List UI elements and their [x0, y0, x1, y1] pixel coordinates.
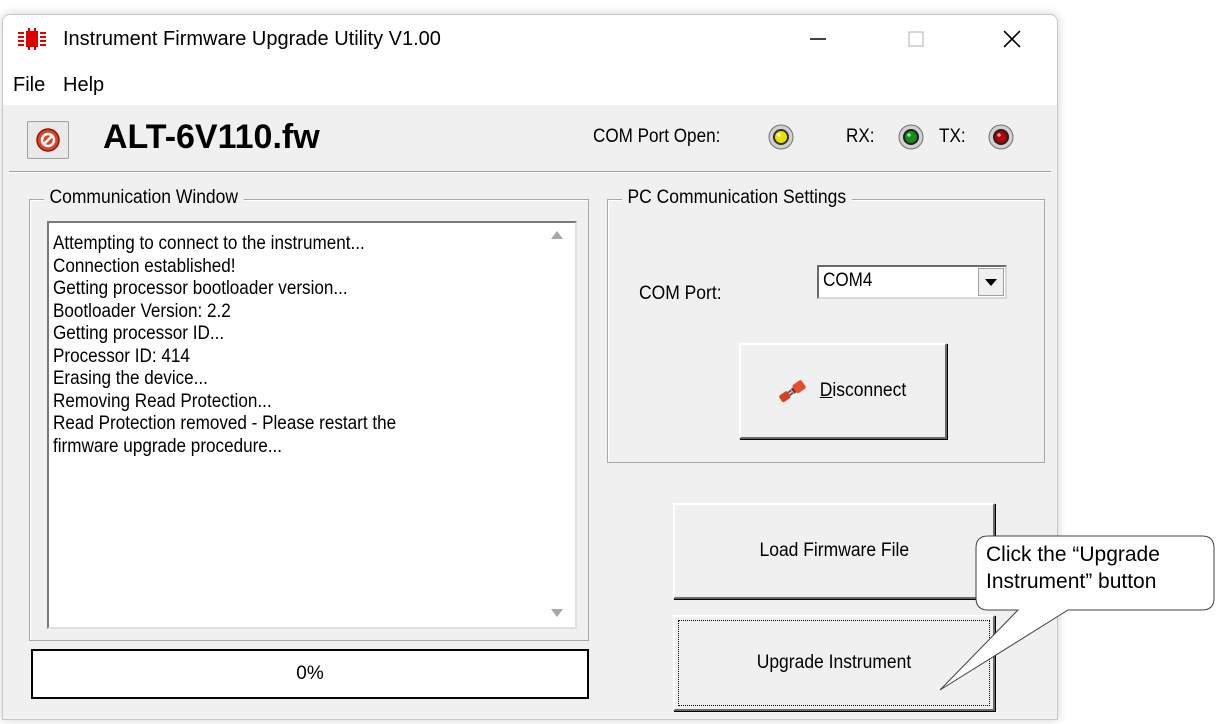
- chip-icon: [18, 28, 46, 50]
- stop-button[interactable]: [27, 121, 69, 159]
- com-port-select[interactable]: COM4: [817, 265, 1007, 299]
- menu-file[interactable]: File: [13, 73, 45, 97]
- header-separator: [9, 171, 1051, 173]
- menu-help[interactable]: Help: [63, 73, 104, 97]
- log-line: Removing Read Protection...: [53, 390, 272, 412]
- progress-bar: 0%: [31, 649, 589, 699]
- stop-icon: [36, 128, 60, 152]
- menu-bar: File Help: [3, 63, 1057, 105]
- upgrade-instrument-label: Upgrade Instrument: [756, 652, 912, 673]
- close-icon: [1003, 30, 1021, 48]
- minimize-button[interactable]: [791, 15, 845, 63]
- tx-label: TX:: [939, 126, 966, 147]
- callout-line-1: Click the “Upgrade: [986, 543, 1160, 566]
- plug-icon: [779, 380, 806, 403]
- progress-text: 0%: [296, 663, 324, 684]
- rx-label: RX:: [846, 126, 875, 147]
- load-firmware-button[interactable]: Load Firmware File: [673, 503, 995, 599]
- log-line: Attempting to connect to the instrument.…: [53, 233, 365, 254]
- tx-led-icon: [988, 124, 1014, 150]
- com-port-open-label: COM Port Open:: [593, 126, 721, 147]
- maximize-button[interactable]: [889, 15, 943, 63]
- communication-log[interactable]: Attempting to connect to the instrument.…: [47, 221, 577, 629]
- log-line: Getting processor bootloader version...: [53, 278, 348, 299]
- callout-line-2: Instrument” button: [986, 570, 1157, 593]
- app-window: Instrument Firmware Upgrade Utility V1.0…: [2, 14, 1058, 720]
- window-title: Instrument Firmware Upgrade Utility V1.0…: [63, 28, 441, 50]
- close-button[interactable]: [985, 15, 1039, 63]
- log-line: Read Protection removed - Please restart…: [53, 413, 397, 434]
- chevron-down-icon[interactable]: [978, 268, 1004, 296]
- rx-led-icon: [898, 124, 924, 150]
- upgrade-instrument-button[interactable]: Upgrade Instrument: [673, 615, 995, 711]
- com-port-led-icon: [768, 124, 794, 150]
- log-line: Processor ID: 414: [53, 345, 190, 367]
- pc-settings-title: PC Communication Settings: [622, 186, 852, 210]
- communication-window-title: Communication Window: [44, 186, 244, 210]
- scroll-down-icon[interactable]: [551, 609, 563, 617]
- disconnect-label: isconnect: [832, 380, 907, 401]
- disconnect-button[interactable]: Disconnect: [739, 343, 947, 439]
- maximize-icon: [908, 31, 924, 47]
- log-line: Bootloader Version: 2.2: [53, 300, 231, 322]
- log-lines: Attempting to connect to the instrument.…: [53, 233, 489, 458]
- load-firmware-label: Load Firmware File: [759, 540, 909, 561]
- scroll-up-icon[interactable]: [551, 231, 563, 239]
- disconnect-mnemonic: D: [819, 380, 833, 401]
- log-line: Erasing the device...: [53, 368, 208, 389]
- log-line: firmware upgrade procedure...: [53, 435, 283, 457]
- log-line: Getting processor ID...: [53, 323, 225, 344]
- com-port-label: COM Port:: [639, 283, 722, 304]
- com-port-value: COM4: [823, 270, 873, 291]
- callout-text: Click the “Upgrade Instrument” button: [986, 541, 1216, 595]
- firmware-file-name: ALT-6V110.fw: [103, 118, 320, 156]
- title-bar: Instrument Firmware Upgrade Utility V1.0…: [3, 15, 1057, 63]
- minimize-icon: [810, 38, 826, 40]
- log-line: Connection established!: [53, 255, 236, 277]
